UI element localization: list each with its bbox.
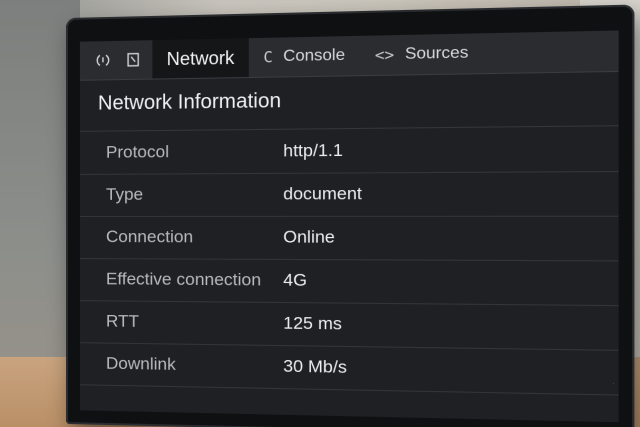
- row-value: Online: [283, 227, 335, 247]
- row-value: document: [283, 183, 362, 204]
- console-icon: C: [263, 47, 273, 67]
- row-key: Connection: [105, 227, 194, 247]
- device-toggle-svg: [125, 52, 141, 68]
- row-key: Effective connection: [105, 269, 262, 290]
- row-value: 4G: [283, 270, 307, 290]
- table-row-effective-connection: Effective connection 4G: [79, 258, 619, 306]
- row-value: 125 ms: [283, 313, 342, 334]
- network-info-table: Protocol http/1.1 Type document Connecti…: [79, 126, 619, 395]
- sources-icon: <>: [374, 45, 395, 65]
- row-key: RTT: [105, 311, 139, 331]
- row-key: Type: [105, 184, 144, 204]
- table-row-connection: Connection Online: [79, 215, 619, 261]
- row-key: Downlink: [105, 353, 176, 374]
- device-toggle-icon[interactable]: [122, 48, 144, 71]
- inspect-element-svg: [96, 54, 109, 66]
- tab-sources[interactable]: <> Sources: [360, 33, 484, 75]
- tab-sources-label: Sources: [404, 44, 469, 63]
- monitor-bezel: Network C Console <> Sources Network Inf…: [66, 4, 635, 427]
- inspect-element-icon[interactable]: [92, 49, 114, 72]
- tab-console[interactable]: C Console: [249, 36, 360, 77]
- row-value: http/1.1: [283, 140, 343, 161]
- photo-scene: Network C Console <> Sources Network Inf…: [0, 0, 640, 427]
- table-row-type: Type document: [79, 170, 619, 216]
- tab-console-label: Console: [283, 46, 346, 66]
- tab-network-label: Network: [166, 47, 235, 69]
- row-value: 30 Mb/s: [283, 356, 347, 377]
- panel-title: Network Information: [79, 71, 619, 132]
- row-key: Protocol: [105, 141, 170, 162]
- table-row-protocol: Protocol http/1.1: [79, 126, 619, 174]
- tab-network[interactable]: Network: [152, 38, 249, 79]
- table-row-downlink: Downlink 30 Mb/s: [79, 342, 619, 395]
- devtools-screen: Network C Console <> Sources Network Inf…: [79, 30, 619, 423]
